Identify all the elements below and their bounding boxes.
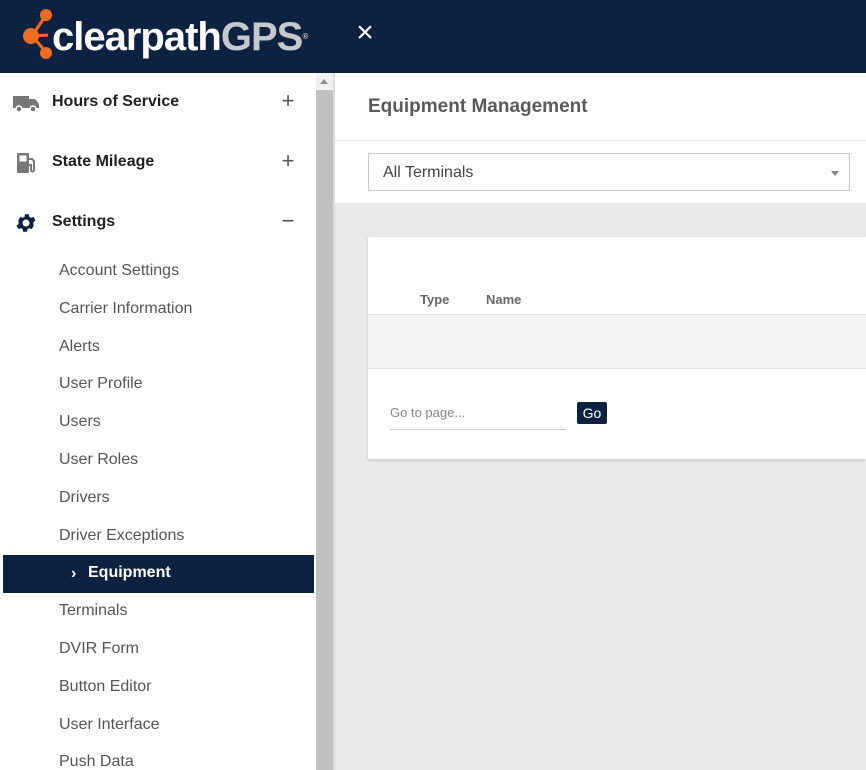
sidebar-section-label: Settings (52, 213, 116, 230)
chevron-right-icon: › (71, 565, 77, 583)
expand-plus-icon[interactable]: + (278, 149, 298, 173)
sidebar-item-label: User Profile (59, 375, 143, 393)
sidebar-item-label: Drivers (59, 488, 110, 506)
sidebar-item-button-editor[interactable]: Button Editor (0, 669, 316, 707)
sidebar-item-user-roles[interactable]: User Roles (0, 442, 316, 480)
sidebar-item-label: Terminals (59, 602, 128, 620)
equipment-table-card: Type Name Go (368, 237, 866, 459)
sidebar-section-label: Hours of Service (52, 93, 180, 110)
settings-submenu: Account Settings Carrier Information Ale… (0, 253, 316, 770)
sidebar-item-label: Push Data (59, 753, 134, 770)
filter-bar: All Terminals (335, 141, 866, 203)
sidebar-item-carrier-information[interactable]: Carrier Information (0, 291, 316, 329)
sidebar-item-terminals[interactable]: Terminals (0, 593, 316, 631)
collapse-minus-icon[interactable]: − (278, 209, 298, 233)
sidebar-item-label: User Roles (59, 450, 139, 468)
sidebar-item-push-data[interactable]: Push Data (0, 744, 316, 770)
brand-name-part1: clearpath (52, 15, 222, 59)
terminal-select-value: All Terminals (383, 164, 474, 181)
sidebar-item-label: Driver Exceptions (59, 526, 185, 544)
sidebar-item-label: User Interface (59, 715, 160, 733)
molecule-logo-icon (23, 9, 52, 59)
truck-icon (12, 90, 40, 116)
sidebar-item-label: Users (59, 413, 101, 431)
trademark-symbol: ® (302, 32, 308, 41)
sidebar-item-equipment[interactable]: › Equipment (3, 555, 314, 594)
sidebar-item-account-settings[interactable]: Account Settings (0, 253, 316, 291)
sidebar-item-label: Alerts (59, 337, 100, 355)
sidebar-item-label: Carrier Information (59, 299, 193, 317)
sidebar-item-label: Button Editor (59, 677, 152, 695)
sidebar-section-settings[interactable]: Settings − (0, 193, 316, 253)
sidebar-scrollbar[interactable] (316, 73, 333, 770)
sidebar-section-state-mileage[interactable]: State Mileage + (0, 133, 316, 193)
sidebar-item-label: Account Settings (59, 262, 180, 279)
sidebar-item-dvir-form[interactable]: DVIR Form (0, 631, 316, 669)
fuel-pump-icon (12, 150, 40, 176)
main-content: Equipment Management All Terminals Type … (335, 73, 866, 770)
column-header-name[interactable]: Name (486, 292, 521, 307)
sidebar-item-label: Equipment (88, 564, 171, 582)
go-to-page-input[interactable] (390, 396, 566, 430)
sidebar-item-drivers[interactable]: Drivers (0, 480, 316, 518)
page-title: Equipment Management (368, 96, 588, 117)
brand-name-part2: GPS (220, 15, 303, 59)
sidebar-item-user-profile[interactable]: User Profile (0, 366, 316, 404)
scroll-up-arrow-icon[interactable] (316, 73, 333, 90)
go-button[interactable]: Go (577, 402, 607, 424)
sidebar-item-label: DVIR Form (59, 639, 139, 657)
column-header-type[interactable]: Type (420, 292, 449, 307)
main-header: Equipment Management (335, 73, 866, 141)
close-menu-icon[interactable]: × (350, 18, 380, 48)
caret-down-icon (831, 171, 839, 176)
sidebar: Hours of Service + State Mileage + Setti… (0, 73, 316, 770)
table-row (368, 314, 866, 369)
terminal-select[interactable]: All Terminals (368, 153, 850, 191)
sidebar-item-users[interactable]: Users (0, 404, 316, 442)
sidebar-section-hours-of-service[interactable]: Hours of Service + (0, 73, 316, 133)
sidebar-item-alerts[interactable]: Alerts (0, 329, 316, 367)
sidebar-item-driver-exceptions[interactable]: Driver Exceptions (0, 518, 316, 556)
expand-plus-icon[interactable]: + (278, 89, 298, 113)
gear-icon (12, 210, 40, 236)
clearpath-logo[interactable]: clearpathGPS® (20, 8, 320, 64)
brand-name: clearpathGPS® (52, 15, 308, 59)
top-bar: clearpathGPS® × (0, 0, 866, 73)
sidebar-section-label: State Mileage (52, 153, 155, 170)
sidebar-item-user-interface[interactable]: User Interface (0, 707, 316, 745)
